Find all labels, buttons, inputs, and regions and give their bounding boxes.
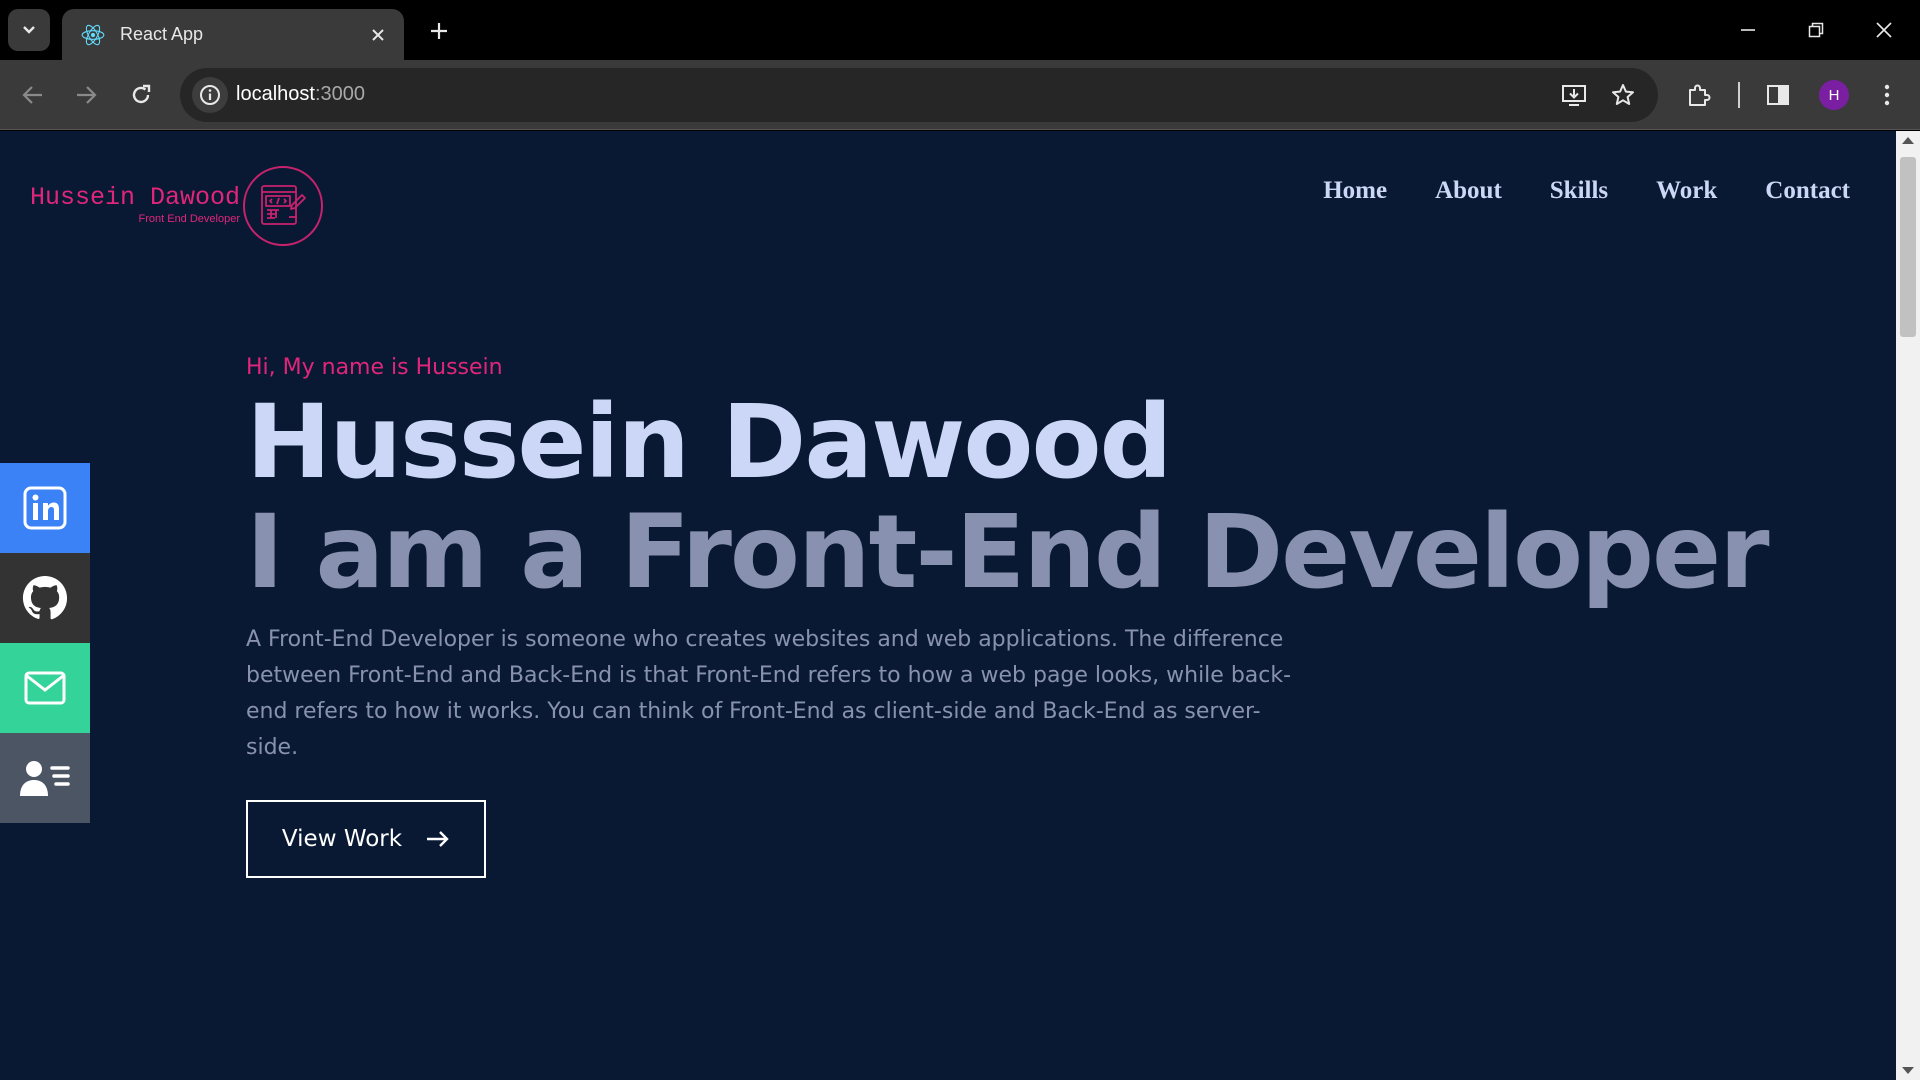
toolbar-separator [1738,82,1740,108]
code-editor-icon [261,185,306,225]
reload-button[interactable] [123,77,159,113]
scroll-up-arrow[interactable] [1902,137,1914,144]
social-linkedin-link[interactable] [0,463,90,553]
back-icon [22,86,42,104]
tab-search-button[interactable] [8,9,50,51]
extensions-button[interactable] [1681,77,1717,113]
extensions-icon [1689,84,1711,106]
scrollbar-thumb[interactable] [1900,157,1916,337]
site-logo[interactable] [243,166,323,246]
page-scrollbar[interactable] [1896,131,1920,1080]
github-icon [22,575,68,620]
contact-card-icon [20,761,70,796]
install-app-button[interactable] [1556,77,1592,113]
tab-title: React App [120,24,204,44]
url-text[interactable]: localhost:3000 [236,83,365,106]
brand-role: Front End Developer [138,213,241,225]
brand-name: Hussein Dawood [29,183,240,212]
close-icon [1876,22,1892,38]
close-window-button[interactable] [1864,12,1904,48]
nav-about[interactable]: About [1435,177,1502,205]
nav-work[interactable]: Work [1656,177,1717,205]
hero-title: I am a Front-End Developer [246,493,1770,612]
restore-button[interactable] [1796,12,1836,48]
back-button[interactable] [15,77,51,113]
reload-icon [132,84,151,104]
page-viewport: Hussein Dawood Front End Developer Home … [0,131,1896,1080]
view-work-label: View Work [281,826,403,852]
nav-contact[interactable]: Contact [1765,177,1850,205]
site-brand[interactable]: Hussein Dawood Front End Developer [24,183,241,226]
browser-toolbar: localhost:3000 H [0,60,1920,130]
hero-name: Hussein Dawood [246,383,1173,502]
browser-tabstrip: React App [0,0,1920,60]
mail-icon [24,671,66,705]
main-nav: Home About Skills Work Contact [1323,177,1850,205]
kebab-menu-icon [1884,84,1890,106]
plus-icon [431,23,447,39]
nav-skills[interactable]: Skills [1550,177,1608,205]
info-icon [200,85,220,105]
social-github-link[interactable] [0,553,90,643]
profile-avatar[interactable]: H [1819,80,1849,110]
site-info-button[interactable] [192,77,228,113]
linkedin-icon [23,486,67,530]
arrow-right-icon [427,831,449,847]
forward-button[interactable] [68,77,104,113]
restore-icon [1808,22,1824,38]
minimize-button[interactable] [1728,12,1768,48]
browser-tab[interactable]: React App [62,9,404,60]
nav-home[interactable]: Home [1323,177,1387,205]
scroll-down-arrow[interactable] [1902,1067,1914,1074]
forward-icon [77,86,97,104]
tab-close-button[interactable] [366,23,390,47]
side-panel-button[interactable] [1760,77,1796,113]
close-icon [372,29,384,41]
hero-description: A Front-End Developer is someone who cre… [246,627,1292,760]
url-port: :3000 [314,83,365,105]
browser-menu-button[interactable] [1869,77,1905,113]
hero-greeting: Hi, My name is Hussein [246,355,503,380]
install-icon [1562,85,1586,106]
chevron-down-icon [23,26,35,34]
view-work-button[interactable]: View Work [246,800,486,878]
hero-section: Hi, My name is Hussein Hussein Dawood I … [246,355,1770,878]
social-sidebar [0,463,90,823]
social-resume-link[interactable] [0,733,90,823]
new-tab-button[interactable] [424,16,454,46]
url-host: localhost [236,83,315,105]
bookmark-button[interactable] [1605,77,1641,113]
minimize-icon [1741,29,1755,31]
side-panel-icon [1767,85,1789,105]
react-icon [81,24,105,45]
address-bar[interactable]: localhost:3000 [180,68,1658,122]
star-icon [1612,84,1634,105]
social-email-link[interactable] [0,643,90,733]
